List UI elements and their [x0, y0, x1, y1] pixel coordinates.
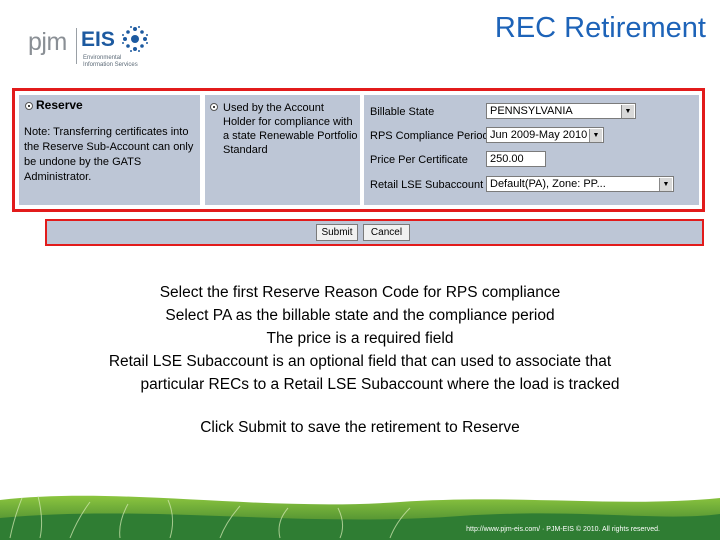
rps-period-value: Jun 2009-May 2010 [490, 129, 588, 141]
sunburst-logo-icon [122, 26, 148, 52]
reserve-note: Note: Transferring certificates into the… [24, 126, 194, 183]
lse-subaccount-value: Default(PA), Zone: PP... [490, 178, 606, 190]
rps-reason-radio[interactable] [210, 103, 218, 111]
billable-state-label: Billable State [370, 106, 435, 118]
rps-period-select[interactable]: Jun 2009-May 2010 ▼ [486, 127, 604, 143]
reserve-label: Reserve [36, 98, 83, 112]
logo-pjm-text: pjm [28, 28, 67, 56]
instruction-line: Select the first Reserve Reason Code for… [159, 284, 561, 301]
cancel-button[interactable]: Cancel [363, 224, 410, 241]
reason-code-pane: Used by the Account Holder for complianc… [205, 95, 360, 205]
reserve-option-pane: Reserve Note: Transferring certificates … [19, 95, 200, 205]
form-button-bar: Submit Cancel [45, 219, 704, 246]
instruction-line: Retail LSE Subaccount is an optional fie… [108, 353, 612, 370]
lse-subaccount-label: Retail LSE Subaccount [370, 179, 484, 191]
pjm-eis-logo: pjm EIS Environmental Information Servic… [28, 22, 158, 70]
lse-subaccount-select[interactable]: Default(PA), Zone: PP... ▼ [486, 176, 674, 192]
submit-button[interactable]: Submit [316, 224, 358, 241]
price-value: 250.00 [490, 153, 524, 165]
reserve-form-panel: Reserve Note: Transferring certificates … [12, 88, 705, 212]
billable-state-value: PENNSYLVANIA [490, 105, 573, 117]
chevron-down-icon: ▼ [589, 129, 602, 142]
logo-eis-text: EIS [81, 28, 115, 51]
reserve-radio[interactable] [25, 102, 33, 110]
slide-title: REC Retirement [494, 12, 706, 44]
billable-state-select[interactable]: PENNSYLVANIA ▼ [486, 103, 636, 119]
chevron-down-icon: ▼ [621, 105, 634, 118]
price-label: Price Per Certificate [370, 154, 468, 166]
logo-subtitle-2: Information Services [83, 62, 138, 68]
reserve-fields-pane: Billable State PENNSYLVANIA ▼ RPS Compli… [364, 95, 699, 205]
rps-period-label: RPS Compliance Period [370, 130, 489, 142]
instruction-line: The price is a required field [266, 330, 454, 347]
rps-reason-label: Used by the Account Holder for complianc… [223, 102, 358, 156]
instruction-line: particular RECs to a Retail LSE Subaccou… [140, 376, 620, 393]
logo-divider [76, 28, 77, 64]
price-input[interactable]: 250.00 [486, 151, 546, 167]
footer-text: http://www.pjm-eis.com/ · PJM-EIS © 2010… [466, 526, 660, 533]
chevron-down-icon: ▼ [659, 178, 672, 191]
logo-subtitle-1: Environmental [83, 55, 122, 61]
footer-banner: http://www.pjm-eis.com/ · PJM-EIS © 2010… [0, 478, 720, 540]
instruction-line: Click Submit to save the retirement to R… [200, 419, 520, 436]
instruction-line: Select PA as the billable state and the … [165, 307, 555, 324]
instructions-text: Select the first Reserve Reason Code for… [0, 281, 720, 439]
